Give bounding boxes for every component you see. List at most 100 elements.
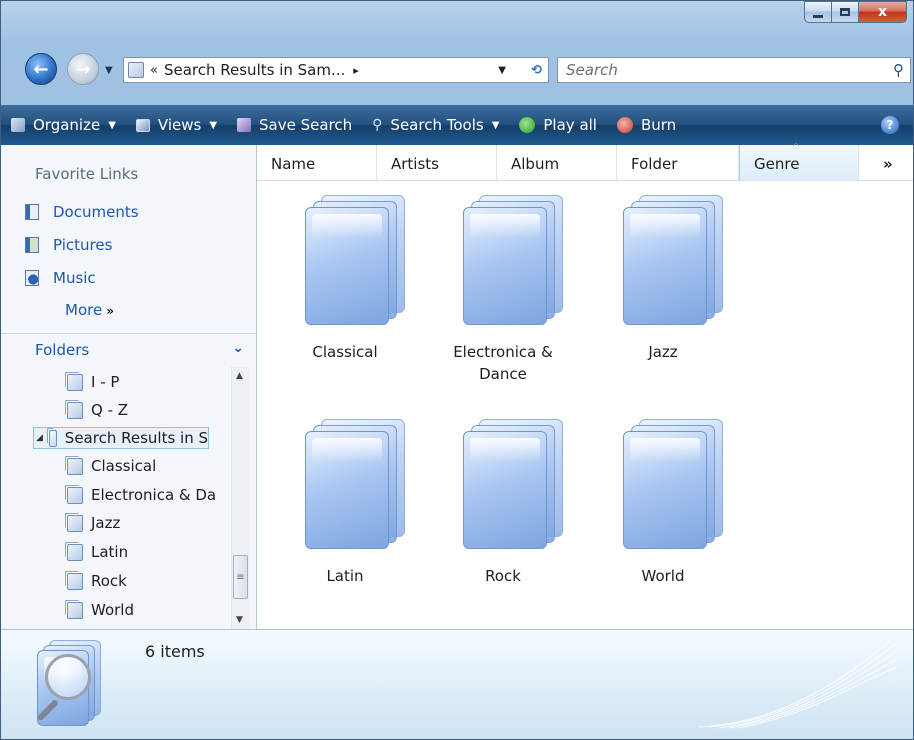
- folder-stack-icon: [603, 417, 723, 553]
- tree-item-label: Q - Z: [91, 401, 129, 419]
- maximize-button[interactable]: [832, 1, 859, 23]
- details-pane: 6 items: [1, 629, 913, 739]
- views-label: Views: [157, 116, 202, 134]
- folder-item[interactable]: Electronica & Dance: [433, 193, 573, 385]
- tree-item[interactable]: World: [67, 599, 134, 621]
- chevron-down-icon: ▼: [209, 119, 218, 131]
- expand-arrow-icon[interactable]: ◢: [36, 433, 43, 443]
- burn-button[interactable]: Burn: [607, 105, 686, 145]
- search-tools-button[interactable]: ⚲ Search Tools ▼: [362, 105, 509, 145]
- favorite-link-label: Music: [53, 269, 96, 287]
- column-header-folder[interactable]: Folder: [617, 145, 739, 181]
- folder-stack-icon: [603, 193, 723, 329]
- chevron-down-icon: ▼: [108, 119, 116, 131]
- folder-stack-icon: [67, 486, 83, 504]
- scrollbar-thumb[interactable]: ≡: [233, 555, 248, 599]
- folder-item[interactable]: Rock: [433, 417, 573, 587]
- navigation-pane: Favorite Links Documents Pictures Music …: [1, 145, 257, 629]
- burn-icon: [616, 117, 633, 133]
- tree-item-label: Electronica & Da: [91, 486, 217, 504]
- tree-item[interactable]: I - P: [67, 371, 119, 393]
- search-folder-icon: [48, 429, 57, 447]
- address-breadcrumb-arrow[interactable]: ▸: [353, 64, 359, 77]
- organize-icon: [11, 118, 25, 132]
- views-button[interactable]: Views ▼: [126, 105, 227, 145]
- folder-stack-icon: [67, 457, 83, 475]
- column-header-artists[interactable]: Artists: [377, 145, 497, 181]
- magnifier-icon: [45, 654, 91, 700]
- folder-item[interactable]: Classical: [275, 193, 415, 363]
- item-count: 6 items: [145, 642, 205, 661]
- tree-item-label: Classical: [91, 457, 157, 475]
- more-links[interactable]: More»: [65, 301, 114, 319]
- column-headers: Name Artists Album Folder Genre »: [257, 142, 913, 181]
- tree-item[interactable]: Rock: [67, 570, 127, 592]
- double-chevron-icon: »: [106, 304, 114, 318]
- views-icon: [135, 118, 150, 132]
- folder-stack-icon: [443, 417, 563, 553]
- favorite-link-pictures[interactable]: Pictures: [25, 236, 112, 254]
- search-tools-icon: ⚲: [372, 117, 383, 133]
- address-path[interactable]: Search Results in Sam...: [164, 61, 345, 79]
- close-button[interactable]: x: [859, 1, 907, 23]
- title-bar[interactable]: x: [1, 1, 913, 41]
- folder-tree: I - P Q - Z ◢ Search Results in S Classi…: [1, 367, 231, 629]
- file-list: Name Artists Album Folder Genre » Classi…: [257, 142, 913, 629]
- play-all-button[interactable]: Play all: [509, 105, 607, 145]
- favorite-link-documents[interactable]: Documents: [25, 203, 139, 221]
- tree-item-label: Latin: [91, 543, 129, 561]
- folder-item[interactable]: World: [593, 417, 733, 587]
- forward-arrow-icon: →: [75, 58, 91, 80]
- maximize-icon: [840, 8, 850, 16]
- search-input[interactable]: Search: [566, 61, 618, 79]
- help-icon[interactable]: ?: [881, 116, 899, 134]
- tree-item-selected[interactable]: ◢ Search Results in S: [33, 427, 209, 449]
- scroll-up-icon[interactable]: ▲: [236, 371, 243, 381]
- address-bar[interactable]: « Search Results in Sam... ▸ ▼ ⟲: [123, 57, 549, 83]
- favorite-link-label: Documents: [53, 203, 139, 221]
- back-arrow-icon: ←: [33, 58, 49, 80]
- address-overflow-chevron[interactable]: «: [150, 63, 158, 78]
- tree-item-label: Search Results in S: [64, 429, 208, 447]
- folder-stack-icon: [443, 193, 563, 329]
- search-box[interactable]: Search ⚲: [557, 57, 911, 83]
- tree-item[interactable]: Latin: [67, 541, 128, 563]
- tree-item[interactable]: Jazz: [67, 512, 120, 534]
- more-columns-chevron[interactable]: »: [859, 145, 913, 181]
- play-icon: [519, 117, 536, 133]
- folder-item-label: Jazz: [648, 343, 678, 361]
- folder-stack-icon: [285, 417, 405, 553]
- tree-scrollbar[interactable]: ▲ ≡ ▼: [231, 367, 249, 629]
- address-dropdown-icon[interactable]: ▼: [498, 65, 506, 76]
- column-header-name[interactable]: Name: [257, 145, 377, 181]
- organize-button[interactable]: Organize ▼: [1, 105, 126, 145]
- tree-item[interactable]: Classical: [67, 455, 156, 477]
- folder-item[interactable]: Jazz: [593, 193, 733, 363]
- forward-button[interactable]: →: [67, 53, 99, 85]
- favorite-link-music[interactable]: Music: [25, 269, 96, 287]
- folders-header[interactable]: Folders ⌄: [1, 333, 256, 365]
- grip-icon: ≡: [236, 571, 245, 583]
- tree-item[interactable]: Q - Z: [67, 399, 128, 421]
- minimize-icon: [813, 14, 823, 18]
- folder-item-label: Latin: [326, 567, 364, 585]
- scroll-down-icon[interactable]: ▼: [236, 615, 243, 625]
- navigation-bar: ← → ▼ « Search Results in Sam... ▸ ▼ ⟲ S…: [1, 49, 913, 105]
- search-tools-label: Search Tools: [390, 116, 484, 134]
- column-header-album[interactable]: Album: [497, 145, 617, 181]
- folder-item-label: Electronica & Dance: [453, 343, 553, 383]
- tree-item[interactable]: Electronica & Da: [67, 484, 216, 506]
- tree-item-label: Jazz: [91, 514, 121, 532]
- folder-stack-icon: [67, 601, 83, 619]
- recent-pages-dropdown[interactable]: ▼: [105, 65, 113, 76]
- back-button[interactable]: ←: [25, 53, 57, 85]
- chevron-down-icon: ⌄: [232, 340, 244, 356]
- minimize-button[interactable]: [804, 1, 832, 23]
- folder-item[interactable]: Latin: [275, 417, 415, 587]
- refresh-icon[interactable]: ⟲: [531, 63, 542, 78]
- column-header-genre[interactable]: Genre: [739, 142, 859, 181]
- save-search-button[interactable]: Save Search: [227, 105, 362, 145]
- folders-title: Folders: [35, 341, 90, 359]
- tree-item-label: World: [91, 601, 134, 619]
- search-icon[interactable]: ⚲: [893, 61, 904, 79]
